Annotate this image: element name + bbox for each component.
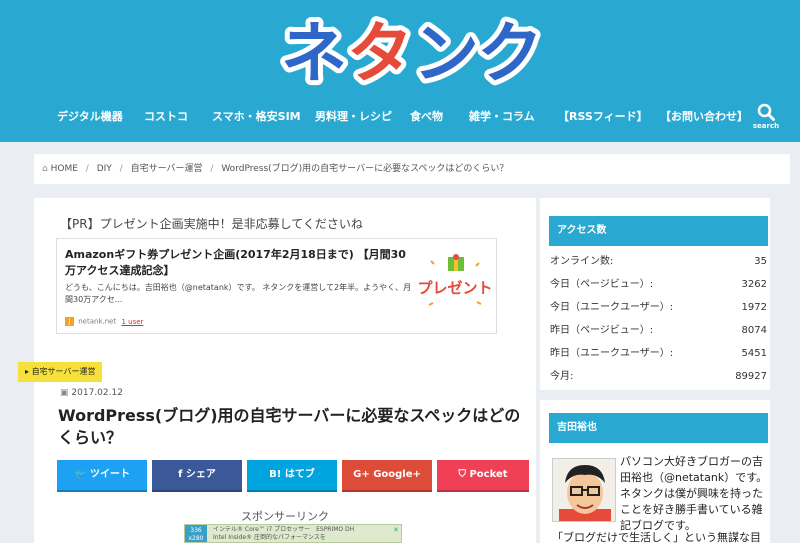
breadcrumb: ⌂ HOME / DIY / 自宅サーバー運営 / WordPress(ブログ)… [34,154,790,184]
hatena-icon: B! [269,469,282,480]
stat-row: 今日（ユニークユーザー）: 1972 [550,296,767,319]
nav-item-column[interactable]: 雑学・コラム [469,100,535,134]
profile-description: パソコン大好きブロガーの吉田裕也（@netatank）です。ネタンクは僕が興味を… [620,455,768,532]
share-hatena-button[interactable]: B! はてブ [247,460,337,492]
advertisement-banner[interactable]: 336 x280 インテル® Core™ i7 プロセッサー ESPRIMO D… [184,524,402,543]
share-facebook-label: シェア [185,469,216,480]
main-content: 【PR】プレゼント企画実施中！是非応募してくださいね Amazonギフト券プレゼ… [18,198,536,543]
share-facebook-button[interactable]: f シェア [152,460,242,492]
search-label: search [752,122,780,130]
home-icon: ⌂ [42,164,48,174]
stat-row: 昨日（ページビュー）: 8074 [550,319,767,342]
share-twitter-button[interactable]: 🐦 ツイート [57,460,147,492]
stat-value: 5451 [741,348,767,359]
logo-char-ta: タ [347,15,413,90]
stat-label: 昨日（ページビュー）: [550,325,654,336]
stat-label: オンライン数: [550,256,614,267]
stat-value: 8074 [741,325,767,336]
breadcrumb-diy[interactable]: DIY [97,164,112,174]
ad-size-badge: 336 x280 [185,525,207,542]
stat-value: 3262 [741,279,767,290]
nav-item-contact[interactable]: 【お問い合わせ】 [660,100,748,134]
breadcrumb-separator: / [210,164,214,174]
post-date: ▣ 2017.02.12 [60,388,123,398]
share-hatena-label: はてブ [284,469,315,480]
share-google-plus-button[interactable]: G+ Google+ [342,460,432,492]
nav-item-cooking[interactable]: 男料理・レシピ [315,100,392,134]
pr-card-domain[interactable]: netank.net [78,318,116,326]
profile-description-cont: 「ブログだけで生活しく」という無謀な目標を [552,531,761,543]
stat-row: 今日（ページビュー）: 3262 [550,273,767,296]
breadcrumb-server[interactable]: 自宅サーバー運営 [131,164,203,174]
nav-item-smartphone[interactable]: スマホ・格安SIM [212,100,301,134]
pr-card-description: どうも、こんにちは。吉田裕也（@netatank）です。 ネタンクを運営して2年… [65,283,412,304]
site-favicon-icon: J [65,317,74,326]
profile-widget-title: 吉田裕也 [549,413,768,443]
share-twitter-label: ツイート [89,469,130,480]
folder-icon: ▸ [25,367,30,376]
category-label: 自宅サーバー運営 [31,367,96,376]
facebook-icon: f [178,469,183,480]
breadcrumb-separator: / [119,164,123,174]
nav-item-costco[interactable]: コストコ [144,100,188,134]
share-google-plus-label: Google+ [373,469,421,480]
share-pocket-button[interactable]: ⛉ Pocket [437,460,529,492]
post-title: WordPress(ブログ)用の自宅サーバーに必要なスペックはどのくらい？ [58,406,521,447]
google-plus-icon: G+ [353,469,370,480]
stat-row: オンライン数: 35 [550,250,767,273]
breadcrumb-home[interactable]: HOME [51,164,78,174]
profile-body: パソコン大好きブロガーの吉田裕也（@netatank）です。ネタンクは僕が興味を… [540,444,770,543]
ad-text-line1: インテル® Core™ i7 プロセッサー ESPRIMO DH [213,526,355,533]
twitter-icon: 🐦 [74,469,87,480]
breadcrumb-current: WordPress(ブログ)用の自宅サーバーに必要なスペックはどのくらい？ [221,164,509,174]
stat-row: 今月: 89927 [550,365,767,388]
share-pocket-label: Pocket [469,469,508,480]
close-icon[interactable]: ✕ [393,526,399,534]
logo-char-ku: ク [477,15,543,90]
logo-char-n: ン [413,15,479,90]
avatar-illustration [553,459,615,521]
pocket-icon: ⛉ [458,469,466,480]
ad-text: インテル® Core™ i7 プロセッサー ESPRIMO DH Intel I… [213,526,354,542]
search-icon [757,103,775,121]
stat-value: 35 [754,256,767,267]
stat-label: 今日（ユニークユーザー）: [550,302,674,313]
pr-heading: 【PR】プレゼント企画実施中！是非応募してくださいね [60,217,363,231]
pr-card-title[interactable]: Amazonギフト券プレゼント企画(2017年2月18日まで) 【月間30万アク… [65,247,411,279]
search-button[interactable]: search [746,98,786,140]
present-thumbnail-text: プレゼント [419,279,491,297]
stat-label: 今日（ページビュー）: [550,279,654,290]
stat-row: 昨日（ユニークユーザー）: 5451 [550,342,767,365]
nav-item-food[interactable]: 食べ物 [410,100,443,134]
pr-link-card[interactable]: Amazonギフト券プレゼント企画(2017年2月18日まで) 【月間30万アク… [56,238,497,334]
pr-card-source: J netank.net 1 user [65,317,143,326]
stat-value: 1972 [741,302,767,313]
logo-char-ne: ネ [281,15,347,90]
profile-avatar [552,458,616,522]
stat-label: 昨日（ユニークユーザー）: [550,348,674,359]
site-logo[interactable]: ネ タ ン ク [275,8,545,90]
nav-item-digital[interactable]: デジタル機器 [57,100,123,134]
stat-label: 今月: [550,371,574,382]
breadcrumb-separator: / [85,164,89,174]
category-badge[interactable]: ▸ 自宅サーバー運営 [18,362,103,382]
hatena-users-count[interactable]: 1 user [121,318,143,326]
sponsored-link-label: スポンサーリンク [241,510,329,523]
post-date-value: 2017.02.12 [71,388,123,398]
access-widget-title: アクセス数 [549,216,768,246]
ad-text-line2: Intel Inside® 圧倒的なパフォーマンスを [213,534,326,541]
present-thumbnail: プレゼント [419,254,491,306]
nav-item-rss[interactable]: 【RSSフィード】 [558,100,648,134]
site-header: ネ タ ン ク デジタル機器 コストコ スマホ・格安SIM 男料理・レシピ 食べ… [0,0,800,142]
calendar-icon: ▣ [60,388,69,398]
stat-value: 89927 [735,371,767,382]
